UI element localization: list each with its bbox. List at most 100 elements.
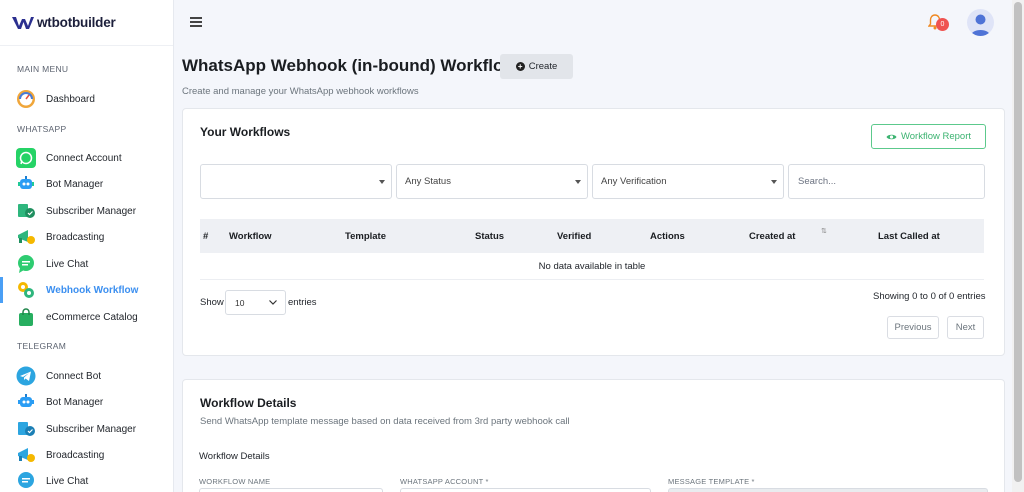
table-header: # Workflow Template Status Verified Acti… bbox=[200, 219, 984, 253]
shopping-bag-icon bbox=[16, 307, 36, 327]
sidebar-item-label: Subscriber Manager bbox=[46, 205, 137, 217]
subscriber-icon bbox=[16, 201, 36, 221]
message-template-label: MESSAGE TEMPLATE * bbox=[668, 477, 755, 486]
column-header-created-at[interactable]: Created at bbox=[749, 231, 795, 242]
column-header-verified[interactable]: Verified bbox=[557, 231, 591, 242]
whatsapp-account-label: WHATSAPP ACCOUNT * bbox=[400, 477, 489, 486]
menu-heading-telegram: TELEGRAM bbox=[17, 341, 67, 351]
page-scrollbar[interactable] bbox=[1012, 0, 1024, 492]
scrollbar-thumb[interactable] bbox=[1014, 2, 1022, 482]
workflow-name-label: WORKFLOW NAME bbox=[199, 477, 271, 486]
sidebar-item-webhook-workflow[interactable]: Webhook Workflow bbox=[0, 277, 173, 303]
sidebar-item-telegram-bot-manager[interactable]: Bot Manager bbox=[0, 389, 173, 415]
workflow-details-section-label: Workflow Details bbox=[199, 451, 270, 462]
menu-heading-main: MAIN MENU bbox=[17, 64, 69, 74]
sidebar-item-label: Connect Account bbox=[46, 152, 122, 164]
create-button[interactable]: + Create bbox=[500, 54, 573, 79]
sidebar-item-dashboard[interactable]: Dashboard bbox=[0, 86, 173, 112]
workflows-card-title: Your Workflows bbox=[200, 125, 291, 139]
column-header-last-called-at[interactable]: Last Called at bbox=[878, 231, 940, 242]
sidebar-item-label: eCommerce Catalog bbox=[46, 311, 138, 323]
workflow-report-label: Workflow Report bbox=[900, 131, 972, 142]
sidebar-item-label: Bot Manager bbox=[46, 178, 104, 190]
brand-name: wtbotbuilder bbox=[37, 15, 116, 30]
sidebar-item-subscriber-manager[interactable]: Subscriber Manager bbox=[0, 198, 173, 224]
sidebar-item-label: Connect Bot bbox=[46, 370, 102, 382]
workflow-details-title: Workflow Details bbox=[200, 396, 297, 410]
broadcast-icon bbox=[16, 445, 36, 465]
avatar[interactable] bbox=[967, 9, 994, 36]
robot-icon bbox=[16, 174, 36, 194]
status-filter-value: Any Status bbox=[405, 176, 451, 187]
column-header-workflow[interactable]: Workflow bbox=[229, 231, 272, 242]
sidebar-item-label: Live Chat bbox=[46, 475, 89, 487]
workflow-details-subtitle: Send WhatsApp template message based on … bbox=[200, 416, 570, 427]
show-label: Show bbox=[200, 297, 224, 308]
sort-icon[interactable]: ⇅ bbox=[821, 227, 827, 235]
create-button-label: Create bbox=[528, 61, 558, 72]
search-input[interactable] bbox=[788, 164, 985, 199]
broadcast-icon bbox=[16, 227, 36, 247]
sidebar-item-label: Broadcasting bbox=[46, 449, 105, 461]
eye-icon bbox=[886, 134, 897, 139]
empty-table-message: No data available in table bbox=[200, 253, 984, 280]
column-header-index[interactable]: # bbox=[203, 231, 208, 242]
sidebar-item-telegram-subscriber-manager[interactable]: Subscriber Manager bbox=[0, 416, 173, 442]
whatsapp-account-field[interactable] bbox=[400, 488, 651, 492]
sidebar-item-connect-bot[interactable]: Connect Bot bbox=[0, 363, 173, 389]
column-header-template[interactable]: Template bbox=[345, 231, 386, 242]
sidebar-item-bot-manager[interactable]: Bot Manager bbox=[0, 171, 173, 197]
column-header-status[interactable]: Status bbox=[475, 231, 504, 242]
topbar: 0 bbox=[174, 0, 1012, 46]
page-title: WhatsApp Webhook (in-bound) Workflow bbox=[182, 56, 517, 75]
caret-down-icon bbox=[575, 180, 581, 184]
sidebar-item-telegram-live-chat[interactable]: Live Chat bbox=[0, 468, 173, 492]
dashboard-gauge-icon bbox=[16, 89, 36, 109]
subscriber-icon bbox=[16, 419, 36, 439]
sidebar-item-label: Bot Manager bbox=[46, 396, 104, 408]
sidebar-item-telegram-broadcasting[interactable]: Broadcasting bbox=[0, 442, 173, 468]
table-info: Showing 0 to 0 of 0 entries bbox=[873, 291, 986, 302]
chat-bubble-icon bbox=[16, 471, 36, 491]
chat-bubble-icon bbox=[16, 254, 36, 274]
page-subtitle: Create and manage your WhatsApp webhook … bbox=[182, 86, 419, 97]
sidebar-item-connect-account[interactable]: Connect Account bbox=[0, 145, 173, 171]
user-avatar-icon bbox=[971, 14, 990, 36]
notification-badge: 0 bbox=[936, 18, 949, 31]
workflow-name-field[interactable] bbox=[199, 488, 383, 492]
caret-down-icon bbox=[379, 180, 385, 184]
hamburger-menu-icon[interactable] bbox=[190, 17, 202, 27]
entries-label: entries bbox=[288, 297, 317, 308]
telegram-icon bbox=[16, 366, 36, 386]
sidebar-item-ecommerce-catalog[interactable]: eCommerce Catalog bbox=[0, 304, 173, 330]
column-header-actions[interactable]: Actions bbox=[650, 231, 685, 242]
page-length-value: 10 bbox=[235, 297, 245, 308]
sidebar: wtbotbuilder MAIN MENU Dashboard WHATSAP… bbox=[0, 0, 174, 492]
sidebar-item-label: Dashboard bbox=[46, 93, 95, 105]
verification-filter-select[interactable]: Any Verification bbox=[592, 164, 784, 199]
verification-filter-value: Any Verification bbox=[601, 176, 667, 187]
sidebar-item-label: Subscriber Manager bbox=[46, 423, 137, 435]
whatsapp-icon bbox=[16, 148, 36, 168]
sidebar-item-broadcasting[interactable]: Broadcasting bbox=[0, 224, 173, 250]
workflow-report-button[interactable]: Workflow Report bbox=[871, 124, 986, 149]
sidebar-item-label: Broadcasting bbox=[46, 231, 105, 243]
menu-heading-whatsapp: WHATSAPP bbox=[17, 124, 67, 134]
next-page-button[interactable]: Next bbox=[947, 316, 984, 339]
page-length-select[interactable]: 10 bbox=[225, 290, 286, 315]
sidebar-item-label: Webhook Workflow bbox=[46, 284, 139, 296]
webhook-icon bbox=[16, 280, 36, 300]
brand[interactable]: wtbotbuilder bbox=[0, 0, 173, 46]
robot-icon bbox=[16, 392, 36, 412]
plus-circle-icon: + bbox=[515, 62, 525, 71]
chevron-down-icon bbox=[269, 300, 277, 305]
previous-page-button[interactable]: Previous bbox=[887, 316, 939, 339]
sidebar-item-live-chat[interactable]: Live Chat bbox=[0, 251, 173, 277]
status-filter-select[interactable]: Any Status bbox=[396, 164, 588, 199]
message-template-field[interactable] bbox=[668, 488, 988, 492]
workflow-details-card bbox=[182, 379, 1005, 492]
brand-logo-icon bbox=[12, 16, 34, 29]
sidebar-item-label: Live Chat bbox=[46, 258, 89, 270]
caret-down-icon bbox=[771, 180, 777, 184]
workflow-filter-select[interactable] bbox=[200, 164, 392, 199]
